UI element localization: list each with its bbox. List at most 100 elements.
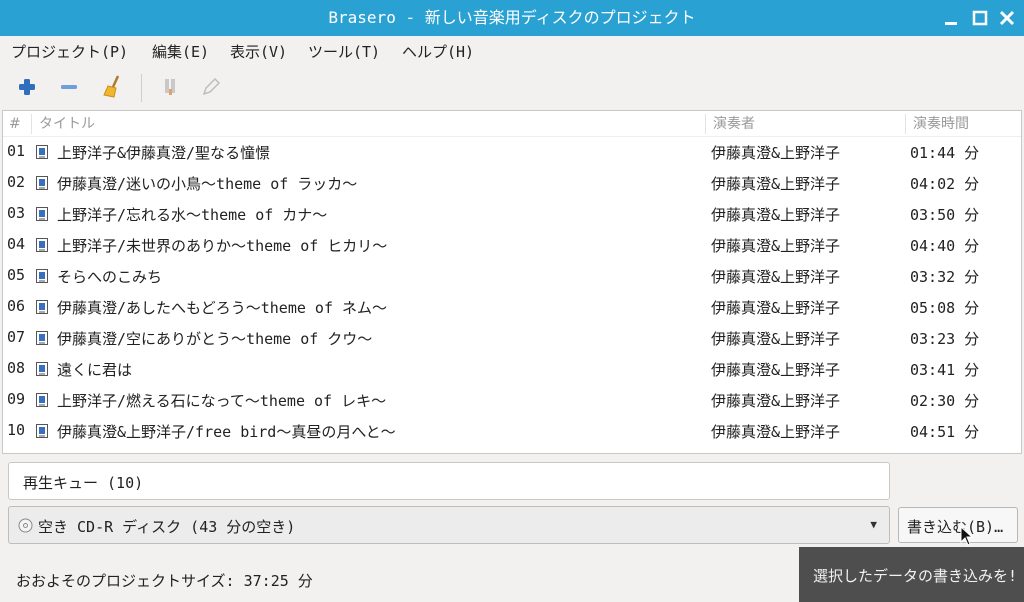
track-number: 04 [7, 235, 26, 253]
track-duration: 03:41 分 [910, 361, 980, 379]
queue-label: 再生キュー (10) [23, 474, 144, 492]
track-number: 05 [7, 266, 26, 284]
track-artist: 伊藤真澄&上野洋子 [711, 144, 841, 162]
audio-file-icon [36, 207, 48, 221]
split-button[interactable] [157, 74, 183, 100]
menu-tools[interactable]: ツール(T) [308, 42, 380, 62]
audio-file-icon [36, 269, 48, 283]
table-row[interactable]: 02 伊藤真澄/迷いの小鳥～theme of ラッカ～ 伊藤真澄&上野洋子 04:02… [3, 168, 1021, 199]
burn-tooltip: 選択したデータの書き込みを! [799, 547, 1024, 602]
track-duration: 03:23 分 [910, 330, 980, 348]
table-row[interactable]: 09 上野洋子/燃える石になって～theme of レキ～ 伊藤真澄&上野洋子 02:… [3, 385, 1021, 416]
track-number: 08 [7, 359, 26, 377]
menu-edit[interactable]: 編集(E) [152, 42, 209, 62]
menu-help[interactable]: ヘルプ(H) [402, 42, 474, 62]
remove-button[interactable] [56, 74, 82, 100]
audio-file-icon [36, 393, 48, 407]
burn-button-label: 書き込む(B)… [907, 518, 1004, 536]
track-artist: 伊藤真澄&上野洋子 [711, 175, 841, 193]
disc-selected: 空き CD-R ディスク (43 分の空き) [38, 518, 296, 536]
table-row[interactable]: 10 伊藤真澄&上野洋子/free bird～真昼の月へと～ 伊藤真澄&上野洋子 04… [3, 416, 1021, 447]
track-title: 上野洋子/未世界のありか～theme of ヒカリ～ [57, 237, 388, 255]
title-bar: Brasero - 新しい音楽用ディスクのプロジェクト [0, 0, 1024, 36]
edit-button[interactable] [198, 74, 224, 100]
track-rows: 01 上野洋子&伊藤真澄/聖なる憧憬 伊藤真澄&上野洋子 01:44 分 02 伊藤真澄/… [3, 137, 1021, 447]
header-number[interactable]: # [9, 111, 21, 137]
audio-file-icon [36, 238, 48, 252]
track-number: 07 [7, 328, 26, 346]
table-row[interactable]: 07 伊藤真澄/空にありがとう～theme of クウ～ 伊藤真澄&上野洋子 03:2… [3, 323, 1021, 354]
header-title[interactable]: タイトル [39, 111, 95, 137]
header-artist[interactable]: 演奏者 [713, 111, 755, 137]
audio-file-icon [36, 300, 48, 314]
tooltip-text: 選択したデータの書き込みを! [813, 567, 1018, 585]
menu-project[interactable]: プロジェクト(P) [11, 42, 128, 62]
table-row[interactable]: 06 伊藤真澄/あしたへもどろう～theme of ネム～ 伊藤真澄&上野洋子 05:… [3, 292, 1021, 323]
plus-icon [19, 79, 35, 95]
header-duration[interactable]: 演奏時間 [913, 111, 969, 137]
pencil-icon [202, 77, 221, 96]
track-duration: 01:44 分 [910, 144, 980, 162]
track-artist: 伊藤真澄&上野洋子 [711, 361, 841, 379]
split-icon [165, 79, 175, 95]
track-number: 01 [7, 142, 26, 160]
table-row[interactable]: 05 そらへのこみち 伊藤真澄&上野洋子 03:32 分 [3, 261, 1021, 292]
disc-selector[interactable]: 空き CD-R ディスク (43 分の空き) ▼ [8, 506, 890, 544]
track-duration: 02:30 分 [910, 392, 980, 410]
track-artist: 伊藤真澄&上野洋子 [711, 268, 841, 286]
table-row[interactable]: 04 上野洋子/未世界のありか～theme of ヒカリ～ 伊藤真澄&上野洋子 04:… [3, 230, 1021, 261]
track-title: 伊藤真澄/あしたへもどろう～theme of ネム～ [57, 299, 388, 317]
track-artist: 伊藤真澄&上野洋子 [711, 392, 841, 410]
track-duration: 04:02 分 [910, 175, 980, 193]
table-row[interactable]: 03 上野洋子/忘れる水～theme of カナ～ 伊藤真澄&上野洋子 03:50 分 [3, 199, 1021, 230]
track-duration: 03:50 分 [910, 206, 980, 224]
menu-view[interactable]: 表示(V) [230, 42, 287, 62]
track-duration: 03:32 分 [910, 268, 980, 286]
list-header: # タイトル 演奏者 演奏時間 [3, 111, 1021, 137]
track-artist: 伊藤真澄&上野洋子 [711, 423, 841, 441]
track-title: 上野洋子/燃える石になって～theme of レキ～ [57, 392, 387, 410]
minimize-icon[interactable] [941, 8, 961, 28]
add-button[interactable] [14, 74, 40, 100]
track-title: 上野洋子/忘れる水～theme of カナ～ [57, 206, 328, 224]
audio-file-icon [36, 176, 48, 190]
track-artist: 伊藤真澄&上野洋子 [711, 299, 841, 317]
track-number: 02 [7, 173, 26, 191]
disc-icon [18, 518, 33, 533]
table-row[interactable]: 01 上野洋子&伊藤真澄/聖なる憧憬 伊藤真澄&上野洋子 01:44 分 [3, 137, 1021, 168]
track-artist: 伊藤真澄&上野洋子 [711, 237, 841, 255]
track-duration: 04:40 分 [910, 237, 980, 255]
track-number: 10 [7, 421, 26, 439]
track-title: そらへのこみち [57, 268, 163, 286]
track-title: 伊藤真澄/空にありがとう～theme of クウ～ [57, 330, 373, 348]
window-title: Brasero - 新しい音楽用ディスクのプロジェクト [328, 8, 696, 27]
broom-icon [103, 75, 120, 98]
track-list[interactable]: # タイトル 演奏者 演奏時間 01 上野洋子&伊藤真澄/聖なる憧憬 伊藤真澄&上野… [2, 110, 1022, 454]
chevron-down-icon: ▼ [870, 518, 877, 531]
audio-file-icon [36, 424, 48, 438]
track-artist: 伊藤真澄&上野洋子 [711, 330, 841, 348]
track-number: 09 [7, 390, 26, 408]
track-duration: 04:51 分 [910, 423, 980, 441]
track-number: 03 [7, 204, 26, 222]
mouse-cursor-icon [960, 526, 974, 546]
clear-button[interactable] [100, 74, 126, 100]
track-title: 伊藤真澄&上野洋子/free bird～真昼の月へと～ [57, 423, 396, 441]
maximize-icon[interactable] [970, 8, 990, 28]
toolbar-separator [141, 74, 142, 102]
track-title: 上野洋子&伊藤真澄/聖なる憧憬 [57, 144, 271, 162]
burn-button[interactable]: 書き込む(B)… [898, 507, 1018, 543]
audio-file-icon [36, 145, 48, 159]
audio-file-icon [36, 362, 48, 376]
project-size-status: おおよそのプロジェクトサイズ: 37:25 分 [16, 572, 313, 590]
table-row[interactable]: 08 遠くに君は 伊藤真澄&上野洋子 03:41 分 [3, 354, 1021, 385]
audio-file-icon [36, 331, 48, 345]
minus-icon [61, 85, 77, 89]
menu-bar: プロジェクト(P) 編集(E) 表示(V) ツール(T) ヘルプ(H) [0, 36, 1024, 66]
close-icon[interactable] [997, 8, 1017, 28]
toolbar [0, 66, 1024, 110]
track-duration: 05:08 分 [910, 299, 980, 317]
queue-field[interactable]: 再生キュー (10) [8, 462, 890, 500]
track-title: 伊藤真澄/迷いの小鳥～theme of ラッカ～ [57, 175, 358, 193]
track-title: 遠くに君は [57, 361, 133, 379]
